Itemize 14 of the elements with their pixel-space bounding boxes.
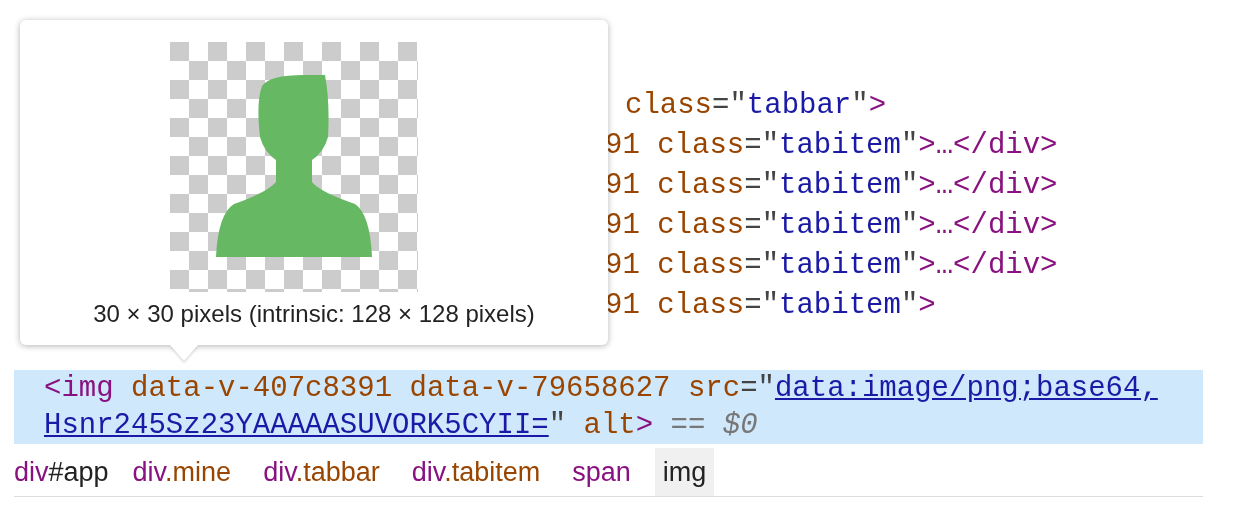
code-line: 91 class="tabitem">…</div> xyxy=(605,248,1059,284)
breadcrumb-item[interactable]: img xyxy=(654,448,715,496)
code-line: class="tabbar"> xyxy=(625,88,888,124)
image-size-caption: 30 × 30 pixels (intrinsic: 128 × 128 pixels) xyxy=(93,300,535,328)
breadcrumb-item[interactable]: div.tabitem xyxy=(403,448,549,496)
selected-node-row[interactable]: <img data-v-407c8391 data-v-79658627 src="data:image/png;base64, Hsnr245Sz23YAAAAASUVORK5CYII=" alt> == $0 xyxy=(14,370,1203,444)
breadcrumb-item[interactable]: span xyxy=(564,448,639,496)
code-line: 91 class="tabitem">…</div> xyxy=(605,208,1059,244)
breadcrumb-item[interactable]: div#app xyxy=(14,448,109,496)
breadcrumb-item[interactable]: div.tabbar xyxy=(255,448,388,496)
code-line: 91 class="tabitem"> xyxy=(605,288,937,324)
code-line: 91 class="tabitem">…</div> xyxy=(605,128,1059,164)
breadcrumb-item[interactable]: div.mine xyxy=(124,448,240,496)
code-line: 91 class="tabitem">…</div> xyxy=(605,168,1059,204)
